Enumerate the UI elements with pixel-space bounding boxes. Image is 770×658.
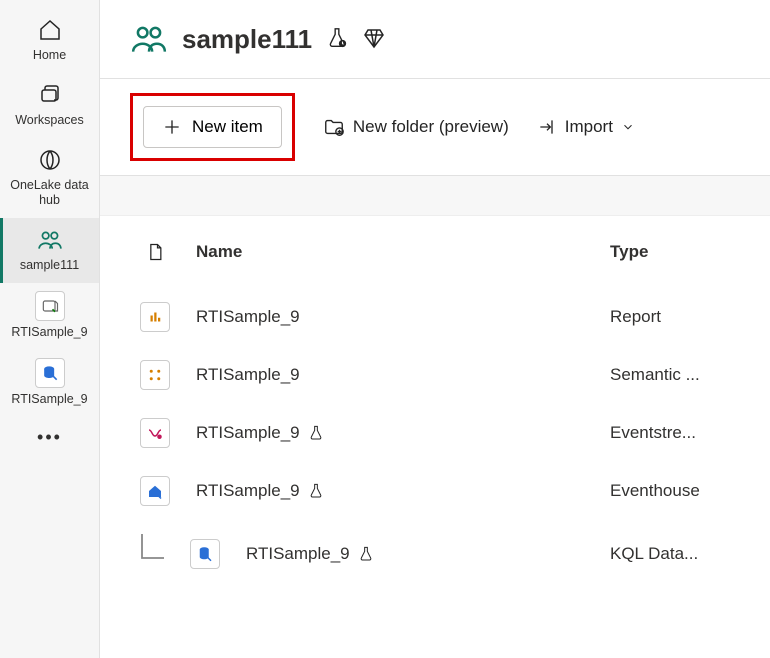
item-type: Semantic ... [610, 365, 740, 385]
trial-icon [326, 27, 348, 52]
home-icon [36, 16, 64, 44]
trial-icon [308, 483, 324, 499]
new-item-label: New item [192, 117, 263, 137]
new-folder-label: New folder (preview) [353, 117, 509, 137]
people-icon [36, 226, 64, 254]
item-type: Eventhouse [610, 481, 740, 501]
db-thumb-icon [35, 358, 65, 388]
item-name: RTISample_9 [196, 365, 300, 385]
diamond-icon [362, 26, 386, 53]
report-icon [140, 302, 170, 332]
new-item-button[interactable]: New item [143, 106, 282, 148]
workspace-title: sample111 [182, 24, 312, 55]
plus-icon [162, 117, 182, 137]
item-type: Report [610, 307, 740, 327]
workspace-header: sample111 [100, 0, 770, 78]
table-row[interactable]: RTISample_9 Eventhouse [100, 462, 770, 520]
trial-icon [308, 425, 324, 441]
name-header[interactable]: Name [196, 242, 594, 262]
new-folder-button[interactable]: New folder (preview) [323, 116, 509, 138]
eventhouse-icon [140, 476, 170, 506]
toolbar: New item New folder (preview) Import [100, 78, 770, 176]
semantic-model-icon [140, 360, 170, 390]
sidebar-item-sample111[interactable]: sample111 [0, 218, 99, 283]
sidebar-label: RTISample_9 [11, 392, 87, 407]
table-row[interactable]: RTISample_9 Eventstre... [100, 404, 770, 462]
table-row[interactable]: RTISample_9 Report [100, 288, 770, 346]
item-table: Name Type RTISample_9 Report RTISample_9… [100, 216, 770, 658]
item-type: KQL Data... [610, 544, 740, 564]
sidebar-label: sample111 [20, 258, 79, 273]
import-label: Import [565, 117, 613, 137]
sidebar: Home Workspaces OneLake data hub sample1… [0, 0, 100, 658]
table-row[interactable]: RTISample_9 Semantic ... [100, 346, 770, 404]
item-type: Eventstre... [610, 423, 740, 443]
sidebar-more[interactable]: ••• [37, 427, 62, 448]
table-header: Name Type [100, 216, 770, 288]
sidebar-item-workspaces[interactable]: Workspaces [0, 73, 99, 138]
sidebar-label: OneLake data hub [4, 178, 95, 208]
sidebar-label: Workspaces [15, 113, 84, 128]
main: sample111 New item New folder (preview) … [100, 0, 770, 658]
chevron-down-icon [621, 120, 635, 134]
spacer [100, 176, 770, 216]
table-row-nested[interactable]: RTISample_9 KQL Data... [100, 520, 770, 588]
item-name: RTISample_9 [196, 423, 300, 443]
workspace-people-icon [130, 20, 168, 58]
sidebar-label: Home [33, 48, 66, 63]
item-name: RTISample_9 [246, 544, 350, 564]
eventstream-icon [140, 418, 170, 448]
type-header[interactable]: Type [610, 242, 740, 262]
folder-plus-icon [323, 116, 345, 138]
import-icon [537, 117, 557, 137]
onelake-icon [36, 146, 64, 174]
sidebar-item-onelake[interactable]: OneLake data hub [0, 138, 99, 218]
file-header-icon [130, 240, 180, 264]
sidebar-label: RTISample_9 [11, 325, 87, 340]
trial-icon [358, 546, 374, 562]
highlight-new-item: New item [130, 93, 295, 161]
item-name: RTISample_9 [196, 481, 300, 501]
import-button[interactable]: Import [537, 117, 635, 137]
item-name: RTISample_9 [196, 307, 300, 327]
sidebar-item-rtisample9-a[interactable]: RTISample_9 [0, 283, 99, 350]
sidebar-item-home[interactable]: Home [0, 8, 99, 73]
kql-database-icon [190, 539, 220, 569]
sidebar-item-rtisample9-b[interactable]: RTISample_9 [0, 350, 99, 417]
tree-connector-icon [130, 534, 170, 574]
workspaces-icon [36, 81, 64, 109]
workspace-thumb-icon [35, 291, 65, 321]
